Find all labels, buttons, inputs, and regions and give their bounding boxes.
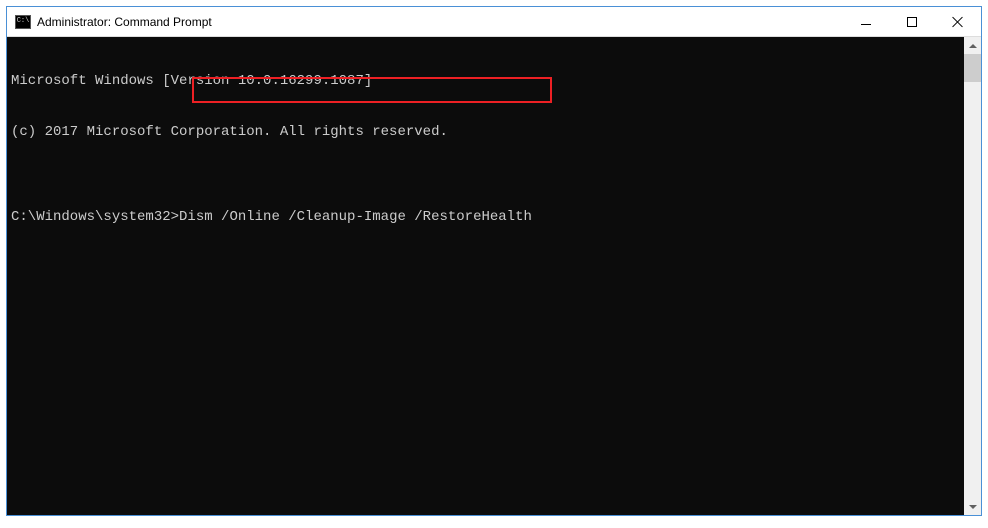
cmd-icon: C:\ [15,15,31,29]
chevron-down-icon [969,505,977,509]
vertical-scrollbar[interactable] [964,37,981,515]
terminal[interactable]: Microsoft Windows [Version 10.0.16299.10… [7,37,964,515]
terminal-line: (c) 2017 Microsoft Corporation. All righ… [11,124,960,141]
maximize-icon [907,17,917,27]
terminal-area: Microsoft Windows [Version 10.0.16299.10… [7,37,981,515]
close-icon [952,16,964,28]
window-controls [843,7,981,36]
close-button[interactable] [935,7,981,36]
command-input[interactable]: Dism /Online /Cleanup-Image /RestoreHeal… [179,209,532,225]
minimize-button[interactable] [843,7,889,36]
terminal-line: Microsoft Windows [Version 10.0.16299.10… [11,73,960,90]
cmd-icon-label: C:\ [17,18,30,25]
scroll-thumb[interactable] [964,54,981,82]
scroll-up-button[interactable] [964,37,981,54]
maximize-button[interactable] [889,7,935,36]
minimize-icon [861,24,871,25]
titlebar[interactable]: C:\ Administrator: Command Prompt [7,7,981,37]
scroll-down-button[interactable] [964,498,981,515]
command-prompt-window: C:\ Administrator: Command Prompt Micros… [6,6,982,516]
prompt: C:\Windows\system32> [11,209,179,225]
chevron-up-icon [969,44,977,48]
window-title: Administrator: Command Prompt [37,15,843,29]
terminal-prompt-line: C:\Windows\system32>Dism /Online /Cleanu… [11,209,960,226]
